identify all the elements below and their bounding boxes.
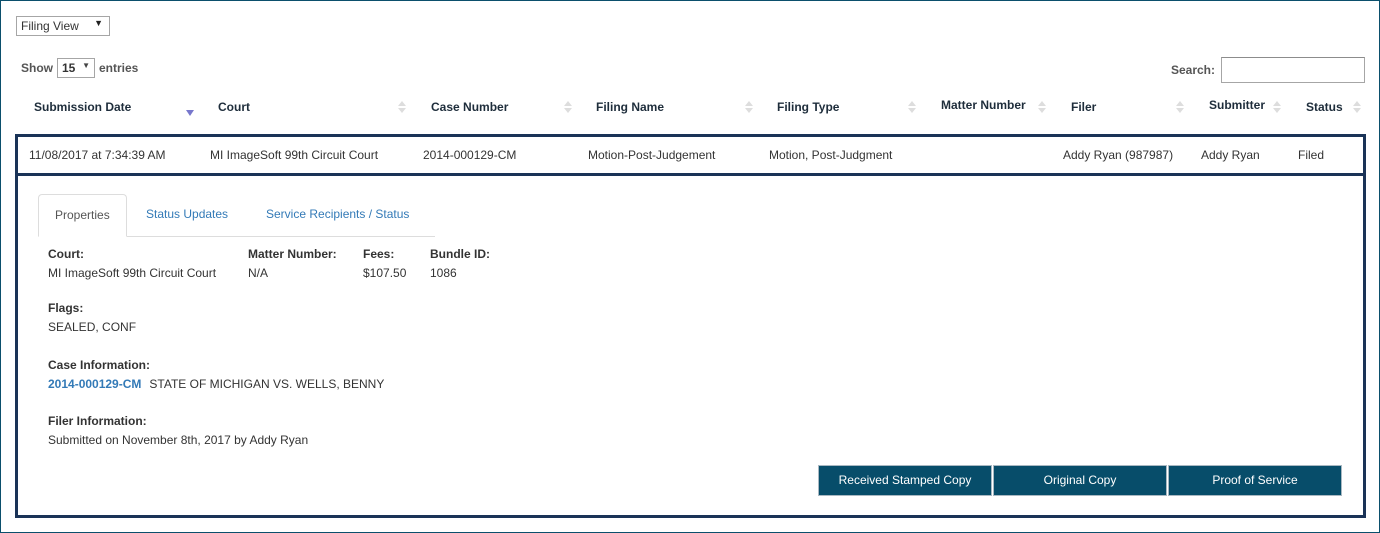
view-selector[interactable]: Filing View ▼ bbox=[16, 16, 110, 36]
column-header-matter-number[interactable]: Matter Number bbox=[941, 96, 1051, 122]
entries-per-page-select[interactable]: 15 ▼ bbox=[57, 58, 95, 78]
property-filer-information: Filer Information: Submitted on November… bbox=[48, 414, 308, 447]
column-header-court[interactable]: Court bbox=[218, 96, 408, 122]
column-label: Matter Number bbox=[941, 98, 1026, 112]
length-menu-suffix: entries bbox=[99, 61, 139, 75]
sort-icon bbox=[1273, 101, 1281, 115]
property-label: Court: bbox=[48, 247, 84, 261]
sort-icon bbox=[1176, 101, 1184, 115]
column-label: Filing Name bbox=[596, 100, 665, 114]
tab-status-updates[interactable]: Status Updates bbox=[130, 194, 244, 235]
property-label: Case Information: bbox=[48, 358, 151, 372]
cell-court: MI ImageSoft 99th Circuit Court bbox=[210, 148, 379, 162]
property-value: N/A bbox=[248, 266, 269, 280]
cell-submitter: Addy Ryan bbox=[1201, 148, 1260, 162]
case-number-link[interactable]: 2014-000129-CM bbox=[48, 377, 141, 391]
search-label: Search: bbox=[1170, 63, 1215, 77]
property-bundle-id: Bundle ID: 1086 bbox=[430, 247, 490, 280]
column-label: Court bbox=[218, 100, 250, 114]
view-selector-value: Filing View bbox=[21, 19, 79, 33]
property-case-information: Case Information: 2014-000129-CM STATE OF… bbox=[48, 358, 384, 391]
property-matter-number: Matter Number: N/A bbox=[248, 247, 337, 280]
cell-submission-date: 11/08/2017 at 7:34:39 AM bbox=[29, 148, 166, 162]
property-flags: Flags: SEALED, CONF bbox=[48, 301, 136, 334]
filing-expanded-row: 11/08/2017 at 7:34:39 AM MI ImageSoft 99… bbox=[15, 134, 1366, 518]
caret-down-icon: ▼ bbox=[94, 18, 103, 28]
sort-icon bbox=[1038, 101, 1046, 115]
detail-tabs: Properties Status Updates Service Recipi… bbox=[38, 194, 435, 237]
property-value: Submitted on November 8th, 2017 by Addy … bbox=[48, 433, 309, 447]
sort-descending-icon bbox=[186, 101, 194, 116]
property-label: Flags: bbox=[48, 301, 84, 315]
proof-of-service-button[interactable]: Proof of Service bbox=[1168, 465, 1342, 496]
column-header-case-number[interactable]: Case Number bbox=[431, 96, 581, 122]
property-value: $107.50 bbox=[363, 266, 407, 280]
sort-icon bbox=[908, 101, 916, 115]
property-label: Bundle ID: bbox=[430, 247, 490, 261]
length-menu: Show 15 ▼ entries bbox=[21, 58, 138, 78]
column-header-submitter[interactable]: Submitter bbox=[1209, 96, 1299, 122]
cell-filing-name: Motion-Post-Judgement bbox=[588, 148, 716, 162]
property-label: Fees: bbox=[363, 247, 395, 261]
property-value: MI ImageSoft 99th Circuit Court bbox=[48, 266, 217, 280]
original-copy-button[interactable]: Original Copy bbox=[993, 465, 1167, 496]
column-label: Filer bbox=[1071, 100, 1097, 114]
cell-status: Filed bbox=[1298, 148, 1325, 162]
column-label: Status bbox=[1306, 100, 1343, 114]
property-court: Court: MI ImageSoft 99th Circuit Court bbox=[48, 247, 216, 280]
search-input[interactable] bbox=[1221, 57, 1365, 83]
column-header-submission-date[interactable]: Submission Date bbox=[34, 96, 204, 122]
property-value: SEALED, CONF bbox=[48, 320, 137, 334]
entries-per-page-value: 15 bbox=[62, 61, 76, 75]
property-label: Matter Number: bbox=[248, 247, 337, 261]
length-menu-prefix: Show bbox=[21, 61, 53, 75]
document-buttons: Received Stamped Copy Original Copy Proo… bbox=[818, 465, 1343, 496]
case-title: STATE OF MICHIGAN VS. WELLS, BENNY bbox=[149, 377, 385, 391]
case-information-value: 2014-000129-CM STATE OF MICHIGAN VS. WELL… bbox=[48, 377, 384, 391]
search-area: Search: bbox=[1171, 57, 1365, 83]
sort-icon bbox=[564, 101, 572, 115]
column-header-status[interactable]: Status bbox=[1306, 96, 1366, 122]
tab-properties[interactable]: Properties bbox=[38, 194, 127, 237]
sort-icon bbox=[398, 101, 406, 115]
column-header-filing-name[interactable]: Filing Name bbox=[596, 96, 756, 122]
property-fees: Fees: $107.50 bbox=[363, 247, 406, 280]
tab-service-recipients-status[interactable]: Service Recipients / Status bbox=[250, 194, 425, 235]
sort-icon bbox=[745, 101, 753, 115]
table-header: Submission Date Court Case Number Filing… bbox=[16, 96, 1365, 122]
column-label: Filing Type bbox=[777, 100, 840, 114]
column-label: Submitter bbox=[1209, 98, 1266, 112]
column-label: Submission Date bbox=[34, 100, 132, 114]
column-header-filer[interactable]: Filer bbox=[1071, 96, 1191, 122]
property-label: Filer Information: bbox=[48, 414, 147, 428]
received-stamped-copy-button[interactable]: Received Stamped Copy bbox=[818, 465, 992, 496]
table-row[interactable]: 11/08/2017 at 7:34:39 AM MI ImageSoft 99… bbox=[18, 137, 1363, 176]
sort-icon bbox=[1353, 101, 1361, 115]
column-label: Case Number bbox=[431, 100, 509, 114]
column-header-filing-type[interactable]: Filing Type bbox=[777, 96, 927, 122]
property-value: 1086 bbox=[430, 266, 457, 280]
cell-filer: Addy Ryan (987987) bbox=[1063, 148, 1174, 162]
cell-case-number: 2014-000129-CM bbox=[423, 148, 517, 162]
cell-filing-type: Motion, Post-Judgment bbox=[769, 148, 893, 162]
caret-down-icon: ▼ bbox=[82, 61, 90, 70]
